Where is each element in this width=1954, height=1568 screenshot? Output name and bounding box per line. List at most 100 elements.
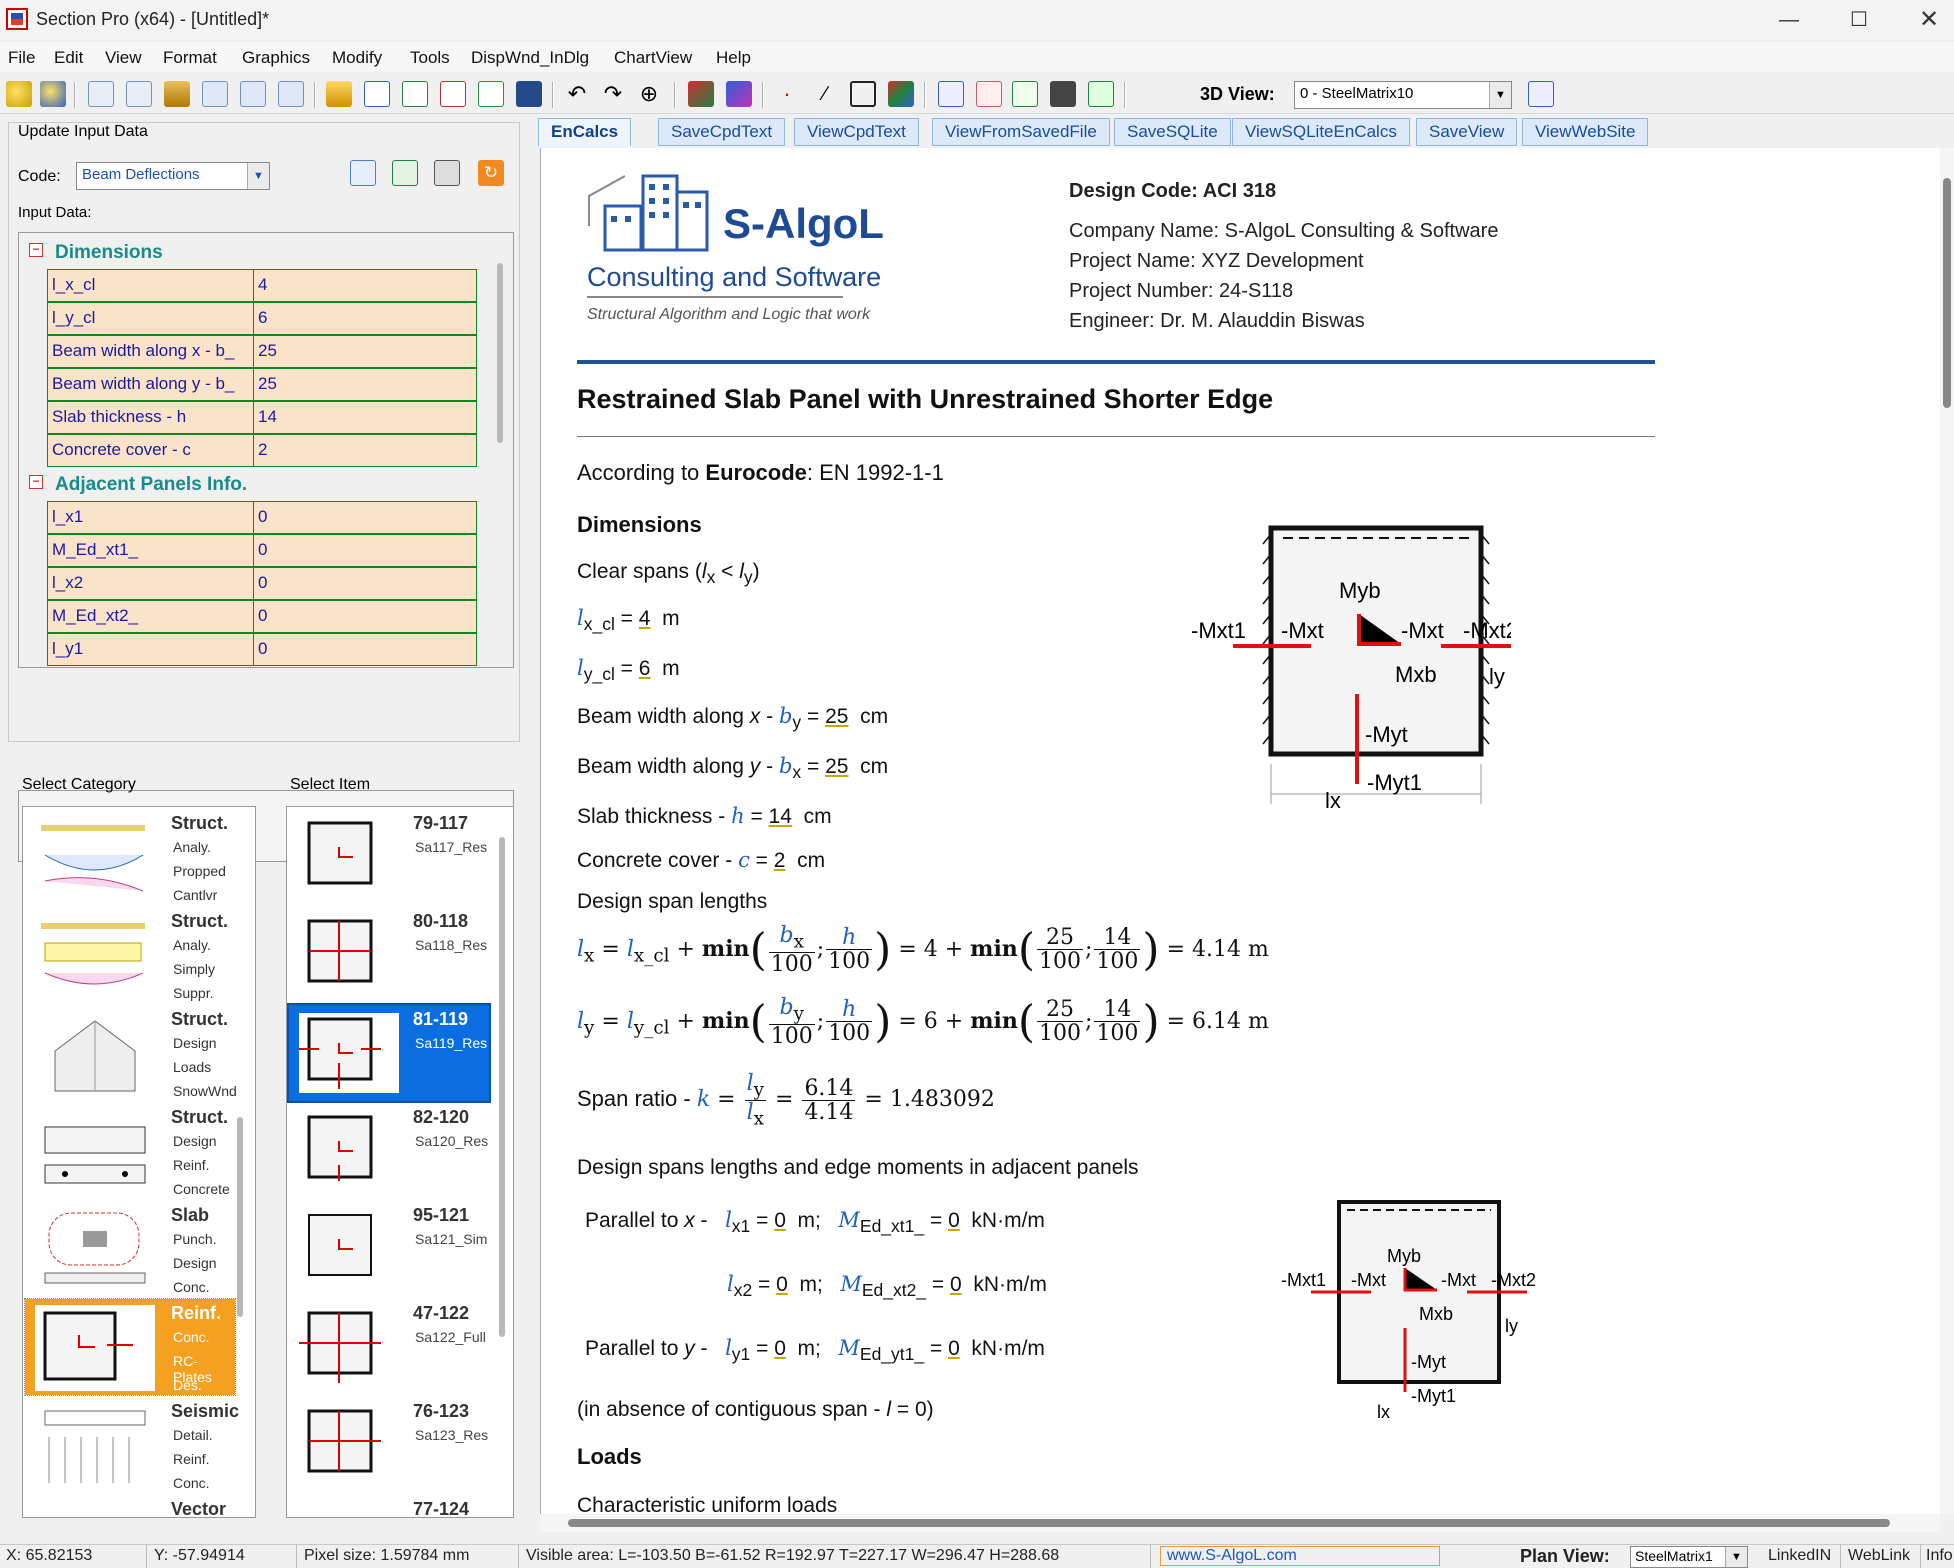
grid-scrollbar[interactable] <box>497 263 503 443</box>
item-entry[interactable]: 76-123 Sa123_Res <box>289 1397 489 1493</box>
polygon-icon[interactable] <box>850 81 876 107</box>
minimize-button[interactable]: — <box>1754 0 1824 40</box>
excel-icon[interactable] <box>478 81 504 107</box>
item-entry[interactable]: 47-122 Sa122_Full <box>289 1299 489 1395</box>
grid-row[interactable]: Slab thickness - h 14 <box>47 401 477 434</box>
grid-row[interactable]: l_y_cl 6 <box>47 302 477 335</box>
property-grid: − Dimensions l_x_cl 4 l_y_cl 6 Beam width … <box>18 232 514 668</box>
tab-saveview[interactable]: SaveView <box>1416 118 1518 146</box>
point-icon[interactable]: · <box>774 81 800 107</box>
category-item[interactable]: Struct. Analy. Propped Cantlvr <box>25 809 235 905</box>
item-entry[interactable]: 77-124 <box>289 1495 489 1517</box>
category-scrollbar[interactable] <box>237 1117 243 1317</box>
linkedin-link[interactable]: LinkedIN <box>1768 1547 1831 1565</box>
category-item-selected[interactable]: Reinf. Conc. RC-Plates Des. <box>24 1298 236 1396</box>
menu-bar: File Edit View Format Graphics Modify To… <box>0 42 1954 72</box>
grid-row[interactable]: Beam width along y - b_ 25 <box>47 368 477 401</box>
item-entry[interactable]: 95-121 Sa121_Sim <box>289 1201 489 1297</box>
item-entry[interactable]: 79-117 Sa117_Res <box>289 809 489 905</box>
grid-row[interactable]: l_y1 0 <box>47 633 477 666</box>
grid-icon[interactable] <box>202 81 228 107</box>
menu-graphics[interactable]: Graphics <box>242 48 310 68</box>
grid-row[interactable]: M_Ed_xt1_ 0 <box>47 534 477 567</box>
weblink-link[interactable]: WebLink <box>1848 1547 1910 1565</box>
horizontal-scrollbar[interactable] <box>540 1514 1940 1532</box>
group-adjacent-panels[interactable]: − Adjacent Panels Info. <box>19 469 489 499</box>
reload-icon[interactable]: ↻ <box>478 160 504 186</box>
matrix-icon[interactable] <box>938 81 964 107</box>
save-all-icon[interactable] <box>1050 81 1076 107</box>
menu-dispwnd[interactable]: DispWnd_InDlg <box>471 48 589 68</box>
close-button[interactable]: ✕ <box>1894 0 1954 40</box>
vertical-scrollbar[interactable] <box>1940 148 1954 1514</box>
copy-icon[interactable] <box>1012 81 1038 107</box>
menu-tools[interactable]: Tools <box>410 48 450 68</box>
item-entry[interactable]: 80-118 Sa118_Res <box>289 907 489 1003</box>
category-item[interactable]: Seismic Detail. Reinf. Conc. <box>25 1397 239 1493</box>
grid-row[interactable]: l_x_cl 4 <box>47 269 477 302</box>
grid-row[interactable]: Concrete cover - c2 <box>47 434 477 467</box>
list-icon[interactable] <box>976 81 1002 107</box>
collapse-icon[interactable]: − <box>29 475 43 489</box>
database-icon[interactable] <box>164 81 190 107</box>
tab-viewwebsite[interactable]: ViewWebSite <box>1522 118 1649 146</box>
item-scrollbar[interactable] <box>499 837 505 1337</box>
collapse-icon[interactable]: − <box>29 243 43 257</box>
view-settings-icon[interactable] <box>1528 81 1554 107</box>
code-select[interactable]: Beam Deflections ▼ <box>76 162 270 190</box>
maximize-button[interactable]: ☐ <box>1824 0 1894 40</box>
zoom-icon[interactable]: ⊕ <box>636 81 662 107</box>
menu-chartview[interactable]: ChartView <box>614 48 692 68</box>
tab-viewcpdtext[interactable]: ViewCpdText <box>794 118 919 146</box>
chart-icon[interactable] <box>402 81 428 107</box>
menu-file[interactable]: File <box>8 48 35 68</box>
category-item[interactable]: Vector <box>25 1495 235 1517</box>
lx-formula: lx = lx_cl + min(bx 100; h 100) = 4 + min(2… <box>577 923 1269 977</box>
calc-icon[interactable] <box>350 160 376 186</box>
tab-savesqlite[interactable]: SaveSQLite <box>1114 118 1231 146</box>
menu-modify[interactable]: Modify <box>332 48 382 68</box>
website-link[interactable]: www.S-AlgoL.com <box>1160 1546 1440 1566</box>
tab-encalcs[interactable]: EnCalcs <box>538 118 632 146</box>
grid-row[interactable]: Beam width along x - b_ 25 <box>47 335 477 368</box>
grid-snap-icon[interactable] <box>726 81 752 107</box>
grid-row[interactable]: l_x2 0 <box>47 567 477 600</box>
category-item[interactable]: Struct. Design Loads SnowWnd <box>25 1005 237 1101</box>
pdf-icon[interactable] <box>440 81 466 107</box>
group-dimensions[interactable]: − Dimensions <box>19 237 489 267</box>
table-icon[interactable] <box>126 81 152 107</box>
menu-view[interactable]: View <box>105 48 142 68</box>
tab-viewsqliteencalcs[interactable]: ViewSQLiteEnCalcs <box>1232 118 1410 146</box>
menu-help[interactable]: Help <box>716 48 751 68</box>
tab-viewfromsavedfile[interactable]: ViewFromSavedFile <box>932 118 1110 146</box>
plan-view-select[interactable]: SteelMatrix1 ▼ <box>1630 1546 1748 1568</box>
category-item[interactable]: Struct. Design Reinf. Concrete <box>25 1103 235 1199</box>
view3d-select[interactable]: 0 - SteelMatrix10 ▼ <box>1294 81 1512 109</box>
menu-edit[interactable]: Edit <box>54 48 83 68</box>
report-icon[interactable] <box>240 81 266 107</box>
page-icon[interactable] <box>88 81 114 107</box>
shapes-icon[interactable] <box>888 81 914 107</box>
folder-open-icon[interactable] <box>326 81 352 107</box>
save-icon[interactable] <box>516 81 542 107</box>
grid-row[interactable]: M_Ed_xt2_ 0 <box>47 600 477 633</box>
category-item[interactable]: Slab Punch. Design Conc. <box>25 1201 235 1297</box>
item-entry[interactable]: 82-120 Sa120_Res <box>289 1103 489 1199</box>
grid-row[interactable]: l_x1 0 <box>47 501 477 534</box>
undo-icon[interactable]: ↶ <box>564 81 590 107</box>
new-icon[interactable] <box>6 81 32 107</box>
category-item[interactable]: Struct. Analy. Simply Suppr. <box>25 907 235 1003</box>
export-icon[interactable] <box>1088 81 1114 107</box>
sheet-icon[interactable] <box>364 81 390 107</box>
print-icon[interactable] <box>278 81 304 107</box>
line-icon[interactable]: ∕ <box>812 81 838 107</box>
clipboard-icon[interactable] <box>434 160 460 186</box>
open-project-icon[interactable] <box>40 81 66 107</box>
info-link[interactable]: Info <box>1926 1547 1953 1565</box>
item-entry-selected[interactable]: 81-119 Sa119_Res <box>287 1003 491 1103</box>
snap-icon[interactable] <box>688 81 714 107</box>
redo-icon[interactable]: ↷ <box>600 81 626 107</box>
tab-savecpdtext[interactable]: SaveCpdText <box>658 118 786 146</box>
refresh-icon[interactable] <box>392 160 418 186</box>
menu-format[interactable]: Format <box>163 48 217 68</box>
